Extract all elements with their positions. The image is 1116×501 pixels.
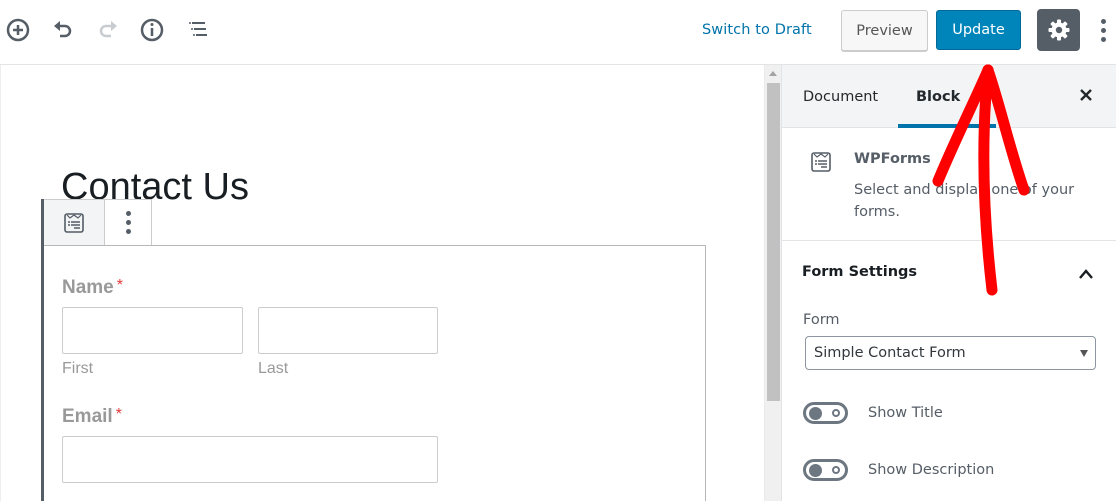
first-name-sublabel: First <box>62 360 94 377</box>
block-toolbar <box>44 199 152 245</box>
form-select-label: Form <box>803 312 840 328</box>
tab-block[interactable]: Block <box>916 89 960 105</box>
undo-button[interactable] <box>49 16 77 44</box>
collapse-panel-button[interactable] <box>1078 265 1094 279</box>
close-icon <box>1080 89 1092 101</box>
sidebar-tabs: Document Block <box>782 65 1116 128</box>
email-field-label: Email * <box>62 406 122 427</box>
form-select[interactable]: Simple Contact Form <box>805 336 1096 370</box>
tab-document[interactable]: Document <box>803 89 878 105</box>
form-settings-panel-title[interactable]: Form Settings <box>802 264 917 280</box>
show-title-toggle[interactable] <box>803 402 848 424</box>
block-card-description: Select and display one of your forms. <box>854 182 1075 220</box>
email-input[interactable] <box>62 436 438 483</box>
show-description-toggle[interactable] <box>803 459 848 481</box>
gear-icon <box>1048 19 1069 41</box>
dropdown-arrow-icon <box>1080 350 1088 357</box>
switch-to-draft-button[interactable]: Switch to Draft <box>702 22 812 38</box>
required-asterisk: * <box>116 277 123 294</box>
block-card: WPForms Select and display one of your f… <box>782 128 1116 241</box>
editor-canvas: Contact Us Name * First Last Email * <box>0 65 765 501</box>
redo-icon <box>99 21 117 38</box>
chevron-up-icon <box>1079 269 1093 279</box>
wpforms-block-icon <box>810 151 832 177</box>
editor-scrollbar[interactable] <box>764 65 781 501</box>
more-tools-button[interactable] <box>1096 16 1110 44</box>
content-info-button[interactable] <box>138 16 166 44</box>
editor-header-toolbar: Switch to Draft Preview Update <box>0 0 1116 65</box>
block-navigation-icon <box>189 22 207 36</box>
info-icon <box>140 18 164 42</box>
block-card-title: WPForms <box>854 151 931 167</box>
block-more-options-button[interactable] <box>105 200 151 245</box>
scrollbar-thumb[interactable] <box>767 83 780 401</box>
more-vertical-icon <box>1100 18 1106 24</box>
add-block-icon <box>6 18 30 42</box>
required-asterisk: * <box>115 406 122 423</box>
settings-button[interactable] <box>1037 9 1080 51</box>
undo-icon <box>54 21 72 38</box>
wpforms-block-preview[interactable]: Name * First Last Email * <box>44 245 706 501</box>
form-select-value: Simple Contact Form <box>814 345 966 361</box>
first-name-input[interactable] <box>62 307 243 354</box>
settings-sidebar: Document Block WPForms Select and displa… <box>781 65 1116 501</box>
last-name-sublabel: Last <box>258 360 289 377</box>
more-vertical-icon <box>125 211 131 234</box>
update-button[interactable]: Update <box>936 10 1021 50</box>
redo-button[interactable] <box>94 16 122 44</box>
add-block-button[interactable] <box>4 16 32 44</box>
block-navigation-button[interactable] <box>184 16 212 44</box>
wpforms-icon <box>64 212 84 233</box>
block-type-button[interactable] <box>44 200 105 245</box>
scroll-up-arrow-icon[interactable] <box>769 71 777 76</box>
name-field-label: Name * <box>62 277 123 298</box>
show-title-label: Show Title <box>868 405 943 421</box>
last-name-input[interactable] <box>258 307 438 354</box>
show-description-label: Show Description <box>868 462 995 478</box>
close-sidebar-button[interactable] <box>1078 87 1094 103</box>
preview-button[interactable]: Preview <box>841 10 928 51</box>
